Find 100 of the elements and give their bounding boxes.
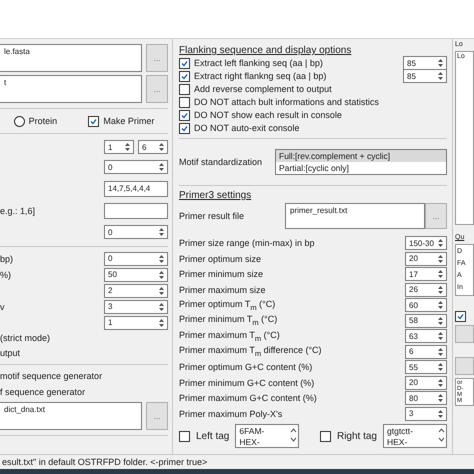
parameter-label: Primer minimum G+C content (%) bbox=[179, 378, 314, 388]
checkbox[interactable] bbox=[88, 116, 100, 126]
number-spinner[interactable]: 20 bbox=[405, 252, 447, 266]
spin-arrows-icon[interactable] bbox=[437, 58, 444, 68]
radio-button[interactable] bbox=[14, 116, 25, 126]
spin-arrows-icon[interactable] bbox=[158, 270, 165, 280]
checkbox-label: Make Primer bbox=[103, 116, 154, 126]
checkbox[interactable] bbox=[179, 70, 190, 82]
list-item[interactable]: HEX- bbox=[387, 437, 434, 447]
checkbox[interactable] bbox=[179, 84, 190, 94]
checkbox[interactable] bbox=[455, 311, 466, 322]
spin-arrows-icon[interactable] bbox=[437, 300, 444, 310]
number-spinner[interactable]: 85 bbox=[403, 56, 447, 70]
number-spinner[interactable]: 0 bbox=[104, 225, 168, 239]
spin-arrows-icon[interactable] bbox=[437, 238, 444, 248]
number-spinner[interactable]: 0 bbox=[104, 160, 168, 174]
file-path-field[interactable]: primer_result.txt bbox=[285, 203, 425, 229]
tag-list[interactable]: 6FAM- HEX- bbox=[235, 424, 300, 448]
checkbox-label: Add reverse complement to output bbox=[194, 84, 332, 94]
checkbox[interactable] bbox=[179, 96, 190, 108]
parameter-label: Primer maximum G+C content (%) bbox=[179, 393, 317, 404]
checkbox[interactable] bbox=[179, 122, 190, 134]
spin-arrows-icon[interactable] bbox=[158, 318, 165, 328]
spin-arrows-icon[interactable] bbox=[158, 302, 165, 312]
number-spinner[interactable]: 3 bbox=[405, 406, 447, 421]
number-spinner[interactable]: 2 bbox=[104, 284, 168, 298]
spin-arrows-icon[interactable] bbox=[158, 227, 165, 237]
option-label: (strict mode) bbox=[0, 333, 50, 343]
field-label: Primer result file bbox=[179, 211, 244, 221]
spin-arrows-icon[interactable] bbox=[158, 254, 165, 264]
spin-arrows-icon[interactable] bbox=[437, 362, 444, 372]
checkbox[interactable] bbox=[179, 58, 190, 68]
status-text: esult.txt" in default OSTRFPD folder. <-primer true> bbox=[2, 457, 208, 467]
spin-arrows-icon[interactable] bbox=[158, 286, 165, 296]
option-label: utput bbox=[0, 348, 20, 358]
file-path-field[interactable]: le.fasta bbox=[0, 44, 142, 72]
number-spinner[interactable]: 6 bbox=[138, 140, 168, 154]
spin-arrows-icon[interactable] bbox=[158, 162, 165, 172]
number-spinner[interactable]: 58 bbox=[405, 314, 447, 328]
number-spinner[interactable]: 17 bbox=[405, 267, 447, 282]
spin-arrows-icon[interactable] bbox=[437, 408, 444, 419]
spin-arrows-icon[interactable] bbox=[437, 393, 444, 404]
field-label: %) bbox=[0, 270, 11, 280]
checkbox-label: DO NOT show each result in console bbox=[194, 110, 342, 120]
parameter-label: Primer maximum T$_{m}$ (°C) bbox=[179, 330, 280, 343]
parameter-label: Primer minimum T$_{m}$ (°C) bbox=[179, 314, 278, 328]
parameter-label: Primer maximum Poly-X's bbox=[179, 408, 282, 419]
checkbox[interactable] bbox=[179, 110, 190, 120]
number-spinner[interactable]: 60 bbox=[405, 298, 447, 312]
spin-arrows-icon[interactable] bbox=[437, 71, 444, 81]
spin-arrows-icon[interactable] bbox=[124, 142, 131, 152]
number-spinner[interactable]: 85 bbox=[403, 69, 447, 83]
spin-arrows-icon[interactable] bbox=[158, 142, 165, 152]
list-item[interactable]: HEX- bbox=[239, 437, 286, 447]
list-item[interactable]: 6FAM- bbox=[239, 426, 286, 437]
checkbox[interactable] bbox=[179, 430, 190, 442]
number-spinner[interactable]: 63 bbox=[405, 329, 447, 344]
number-spinner[interactable]: 20 bbox=[405, 376, 447, 390]
parameter-label: Primer minimum size bbox=[179, 269, 264, 280]
list-item[interactable]: Full:[rev.complement + cyclic] bbox=[276, 150, 446, 162]
checkbox-label: Left tag bbox=[196, 430, 230, 442]
number-spinner[interactable]: 3 bbox=[104, 300, 168, 314]
text-field[interactable] bbox=[104, 202, 168, 218]
checkmark-icon bbox=[90, 118, 98, 124]
standardization-list[interactable]: Full:[rev.complement + cyclic] Partial:[cyclic only] bbox=[275, 149, 447, 175]
number-spinner[interactable]: 50 bbox=[104, 268, 168, 282]
number-spinner[interactable]: 0 bbox=[104, 252, 168, 266]
number-spinner[interactable]: 26 bbox=[405, 282, 447, 297]
browse-button[interactable]: ... bbox=[425, 203, 447, 229]
checkbox-label: Extract right flankng seq (aa | bp) bbox=[194, 71, 326, 81]
field-label: v bbox=[0, 302, 4, 312]
number-spinner[interactable]: 150-30 bbox=[405, 236, 447, 250]
file-path-field[interactable]: dict_dna.txt bbox=[0, 402, 142, 430]
browse-button[interactable]: ... bbox=[146, 44, 168, 72]
spin-arrows-icon[interactable] bbox=[437, 254, 444, 264]
option-label: f sequence generator bbox=[0, 387, 86, 397]
field-label: bp) bbox=[0, 254, 14, 264]
number-spinner[interactable]: 80 bbox=[405, 391, 447, 406]
file-path-field[interactable]: t bbox=[0, 75, 142, 103]
checkbox-label: Extract left flanking seq (aa | bp) bbox=[194, 58, 323, 68]
parameter-label: Primer optimum T$_{m}$ (°C) bbox=[179, 298, 276, 312]
number-spinner[interactable]: 55 bbox=[405, 360, 447, 374]
spin-arrows-icon[interactable] bbox=[437, 269, 444, 280]
section-title: Flanking sequence and display options bbox=[179, 45, 352, 56]
text-field[interactable]: 14,7,5,4,4,4 bbox=[104, 180, 168, 196]
option-label: motif sequence generator bbox=[0, 371, 102, 381]
parameter-label: Primer optimum size bbox=[179, 254, 262, 264]
spin-arrows-icon[interactable] bbox=[437, 378, 444, 388]
number-spinner[interactable]: 1 bbox=[104, 140, 134, 154]
browse-button[interactable]: ... bbox=[146, 75, 168, 103]
checkbox[interactable] bbox=[320, 430, 331, 442]
list-item[interactable]: gtgtctt- bbox=[387, 426, 434, 437]
number-spinner[interactable]: 6 bbox=[405, 344, 447, 359]
number-spinner[interactable]: 1 bbox=[104, 316, 168, 330]
tag-list[interactable]: gtgtctt- HEX- bbox=[383, 424, 447, 448]
spin-arrows-icon[interactable] bbox=[437, 316, 444, 326]
spin-arrows-icon[interactable] bbox=[437, 284, 444, 295]
browse-button[interactable]: ... bbox=[146, 402, 168, 430]
spin-arrows-icon[interactable] bbox=[437, 331, 444, 342]
spin-arrows-icon[interactable] bbox=[437, 346, 444, 357]
